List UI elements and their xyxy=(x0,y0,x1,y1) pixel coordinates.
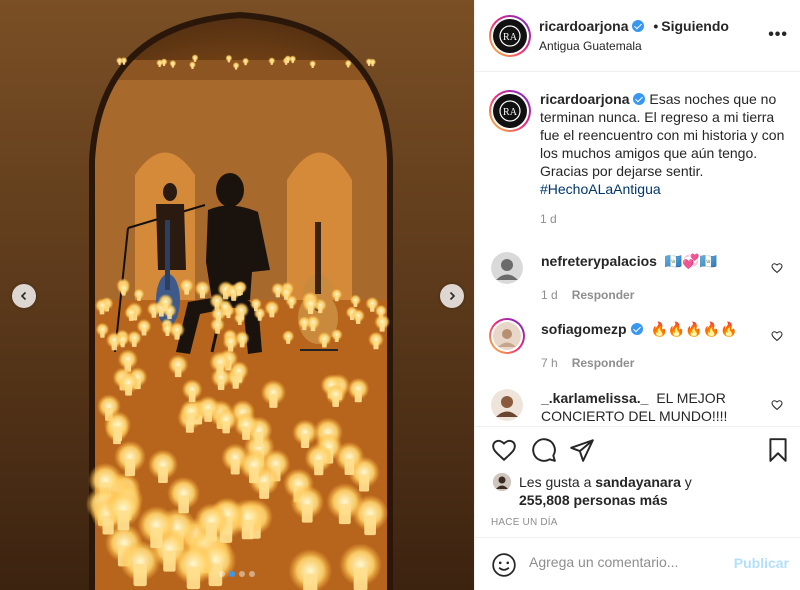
add-comment-bar: Publicar xyxy=(475,537,800,590)
concert-photo xyxy=(0,0,474,590)
carousel-next-button[interactable] xyxy=(440,284,464,308)
like-comment-heart-icon[interactable] xyxy=(771,399,783,411)
comment-text: 🇬🇹💞🇬🇹 xyxy=(664,253,718,269)
comment-input[interactable] xyxy=(529,554,729,570)
save-bookmark-icon[interactable] xyxy=(765,437,791,463)
comment-username[interactable]: sofiagomezp xyxy=(541,321,627,337)
carousel-indicator xyxy=(0,571,474,577)
comment-item: nefreterypalacios 🇬🇹💞🇬🇹 1 d Responder xyxy=(491,252,791,304)
likes-prefix: Les gusta a xyxy=(519,474,592,490)
verified-badge-icon xyxy=(630,323,643,335)
caption-username[interactable]: ricardoarjona xyxy=(540,91,629,107)
likes-summary: Les gusta a sandayanara y 255,808 person… xyxy=(493,473,692,509)
ra-logo-icon: RA xyxy=(499,25,521,47)
commenter-avatar[interactable] xyxy=(491,252,523,284)
post-location[interactable]: Antigua Guatemala xyxy=(539,39,642,53)
svg-text:RA: RA xyxy=(503,107,518,118)
author-line: ricardoarjona • Siguiendo xyxy=(539,18,729,34)
author-username[interactable]: ricardoarjona xyxy=(539,18,628,34)
caption-time[interactable]: 1 d xyxy=(540,210,789,228)
comment-time[interactable]: 1 d xyxy=(541,288,558,302)
carousel-dot xyxy=(219,571,225,577)
likes-count[interactable]: 255,808 personas más xyxy=(519,492,668,508)
comment-time[interactable]: 7 h xyxy=(541,356,558,370)
carousel-dot xyxy=(239,571,245,577)
comment-bubble-icon[interactable] xyxy=(531,437,557,463)
caption-hashtag[interactable]: #HechoALaAntigua xyxy=(540,181,661,197)
post-actions: Les gusta a sandayanara y 255,808 person… xyxy=(475,426,800,590)
carousel-dot xyxy=(249,571,255,577)
post-header: RA ricardoarjona • Siguiendo Antigua Guat… xyxy=(475,0,800,72)
follow-status-button[interactable]: Siguiendo xyxy=(661,18,729,34)
chevron-right-icon xyxy=(449,291,456,301)
like-comment-heart-icon[interactable] xyxy=(771,330,783,342)
verified-badge-icon xyxy=(632,20,645,32)
publish-button[interactable]: Publicar xyxy=(734,555,789,571)
commenter-photo xyxy=(493,322,521,350)
comment-item: _.karlamelissa._ EL MEJOR CONCIERTO DEL … xyxy=(491,389,791,425)
comment-username[interactable]: nefreterypalacios xyxy=(541,253,657,269)
chevron-left-icon xyxy=(20,291,27,301)
liker-avatar[interactable] xyxy=(493,473,511,491)
caption-avatar[interactable]: RA xyxy=(489,90,531,132)
likes-conj: y xyxy=(684,474,692,490)
emoji-smiley-icon[interactable] xyxy=(491,552,517,578)
comment-username[interactable]: _.karlamelissa._ xyxy=(541,390,648,406)
more-options-icon[interactable]: ••• xyxy=(768,26,788,44)
author-avatar[interactable]: RA xyxy=(489,15,531,57)
post-timestamp[interactable]: HACE UN DÍA xyxy=(491,517,558,528)
verified-badge-icon xyxy=(633,93,646,105)
like-heart-icon[interactable] xyxy=(491,437,517,463)
commenter-avatar[interactable] xyxy=(491,389,523,421)
comment-text: 🔥🔥🔥🔥🔥 xyxy=(650,321,738,337)
ra-logo-icon: RA xyxy=(499,100,521,122)
svg-text:RA: RA xyxy=(503,32,518,43)
post-caption: RA ricardoarjona Esas noches que no term… xyxy=(489,90,789,228)
reply-button[interactable]: Responder xyxy=(572,288,635,302)
commenter-avatar[interactable] xyxy=(489,318,525,354)
share-paper-plane-icon[interactable] xyxy=(569,437,595,463)
separator-dot: • xyxy=(653,18,659,34)
liker-username[interactable]: sandayanara xyxy=(595,474,681,490)
post-details-panel: RA ricardoarjona • Siguiendo Antigua Guat… xyxy=(474,0,800,590)
comment-item: sofiagomezp 🔥🔥🔥🔥🔥 7 h Responder xyxy=(489,318,791,372)
reply-button[interactable]: Responder xyxy=(572,356,635,370)
like-comment-heart-icon[interactable] xyxy=(771,262,783,274)
carousel-prev-button[interactable] xyxy=(12,284,36,308)
post-photo[interactable] xyxy=(0,0,474,590)
carousel-dot xyxy=(229,571,235,577)
